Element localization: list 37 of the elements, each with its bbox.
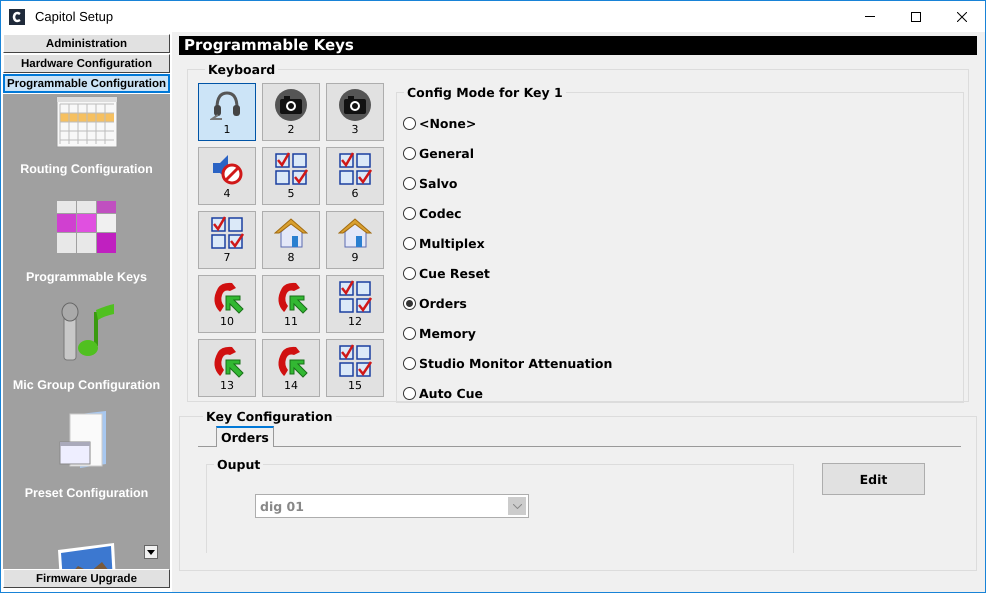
radio-label[interactable]: Cue Reset bbox=[419, 266, 490, 280]
window-title: Capitol Setup bbox=[35, 9, 114, 24]
edit-button[interactable]: Edit bbox=[822, 463, 925, 495]
key-button[interactable]: 13 bbox=[198, 339, 256, 397]
key-button[interactable]: 14 bbox=[262, 339, 320, 397]
radio-label[interactable]: Memory bbox=[419, 326, 476, 340]
radio-label[interactable]: General bbox=[419, 146, 474, 160]
tab[interactable]: Orders bbox=[216, 426, 274, 447]
key-button[interactable]: 7 bbox=[198, 211, 256, 269]
key-button[interactable]: 8 bbox=[262, 211, 320, 269]
radio-label[interactable]: Auto Cue bbox=[419, 386, 484, 400]
sidebar-section-button[interactable]: Administration bbox=[3, 34, 170, 53]
radio-label[interactable]: Salvo bbox=[419, 176, 458, 190]
key-button[interactable]: 9 bbox=[326, 211, 384, 269]
key-button[interactable]: 15 bbox=[326, 339, 384, 397]
radio-label[interactable]: Codec bbox=[419, 206, 462, 220]
radio-label[interactable]: Orders bbox=[419, 296, 467, 310]
radio-label[interactable]: <None> bbox=[419, 116, 476, 130]
group-title: Ouput bbox=[216, 457, 262, 472]
sidebar-section-button[interactable]: Firmware Upgrade bbox=[3, 569, 170, 588]
group-title: Config Mode for Key 1 bbox=[406, 85, 564, 100]
group-title: Keyboard bbox=[207, 62, 276, 77]
key-button[interactable]: 12 bbox=[326, 275, 384, 333]
key-button[interactable]: 2 bbox=[262, 83, 320, 141]
key-button[interactable]: 6 bbox=[326, 147, 384, 205]
page-header: Programmable Keys bbox=[179, 36, 977, 55]
key-button[interactable]: 5 bbox=[262, 147, 320, 205]
radio-label[interactable]: Multiplex bbox=[419, 236, 485, 250]
key-button[interactable]: 4 bbox=[198, 147, 256, 205]
sidebar-section-button[interactable]: Hardware Configuration bbox=[3, 54, 170, 73]
sidebar-section-button[interactable]: Programmable Configuration bbox=[3, 74, 170, 93]
group-title: Key Configuration bbox=[205, 409, 334, 424]
key-button[interactable]: 3 bbox=[326, 83, 384, 141]
key-button[interactable]: 1 bbox=[198, 83, 256, 141]
radio-label[interactable]: Studio Monitor Attenuation bbox=[419, 356, 612, 370]
key-button[interactable]: 11 bbox=[262, 275, 320, 333]
key-button[interactable]: 10 bbox=[198, 275, 256, 333]
